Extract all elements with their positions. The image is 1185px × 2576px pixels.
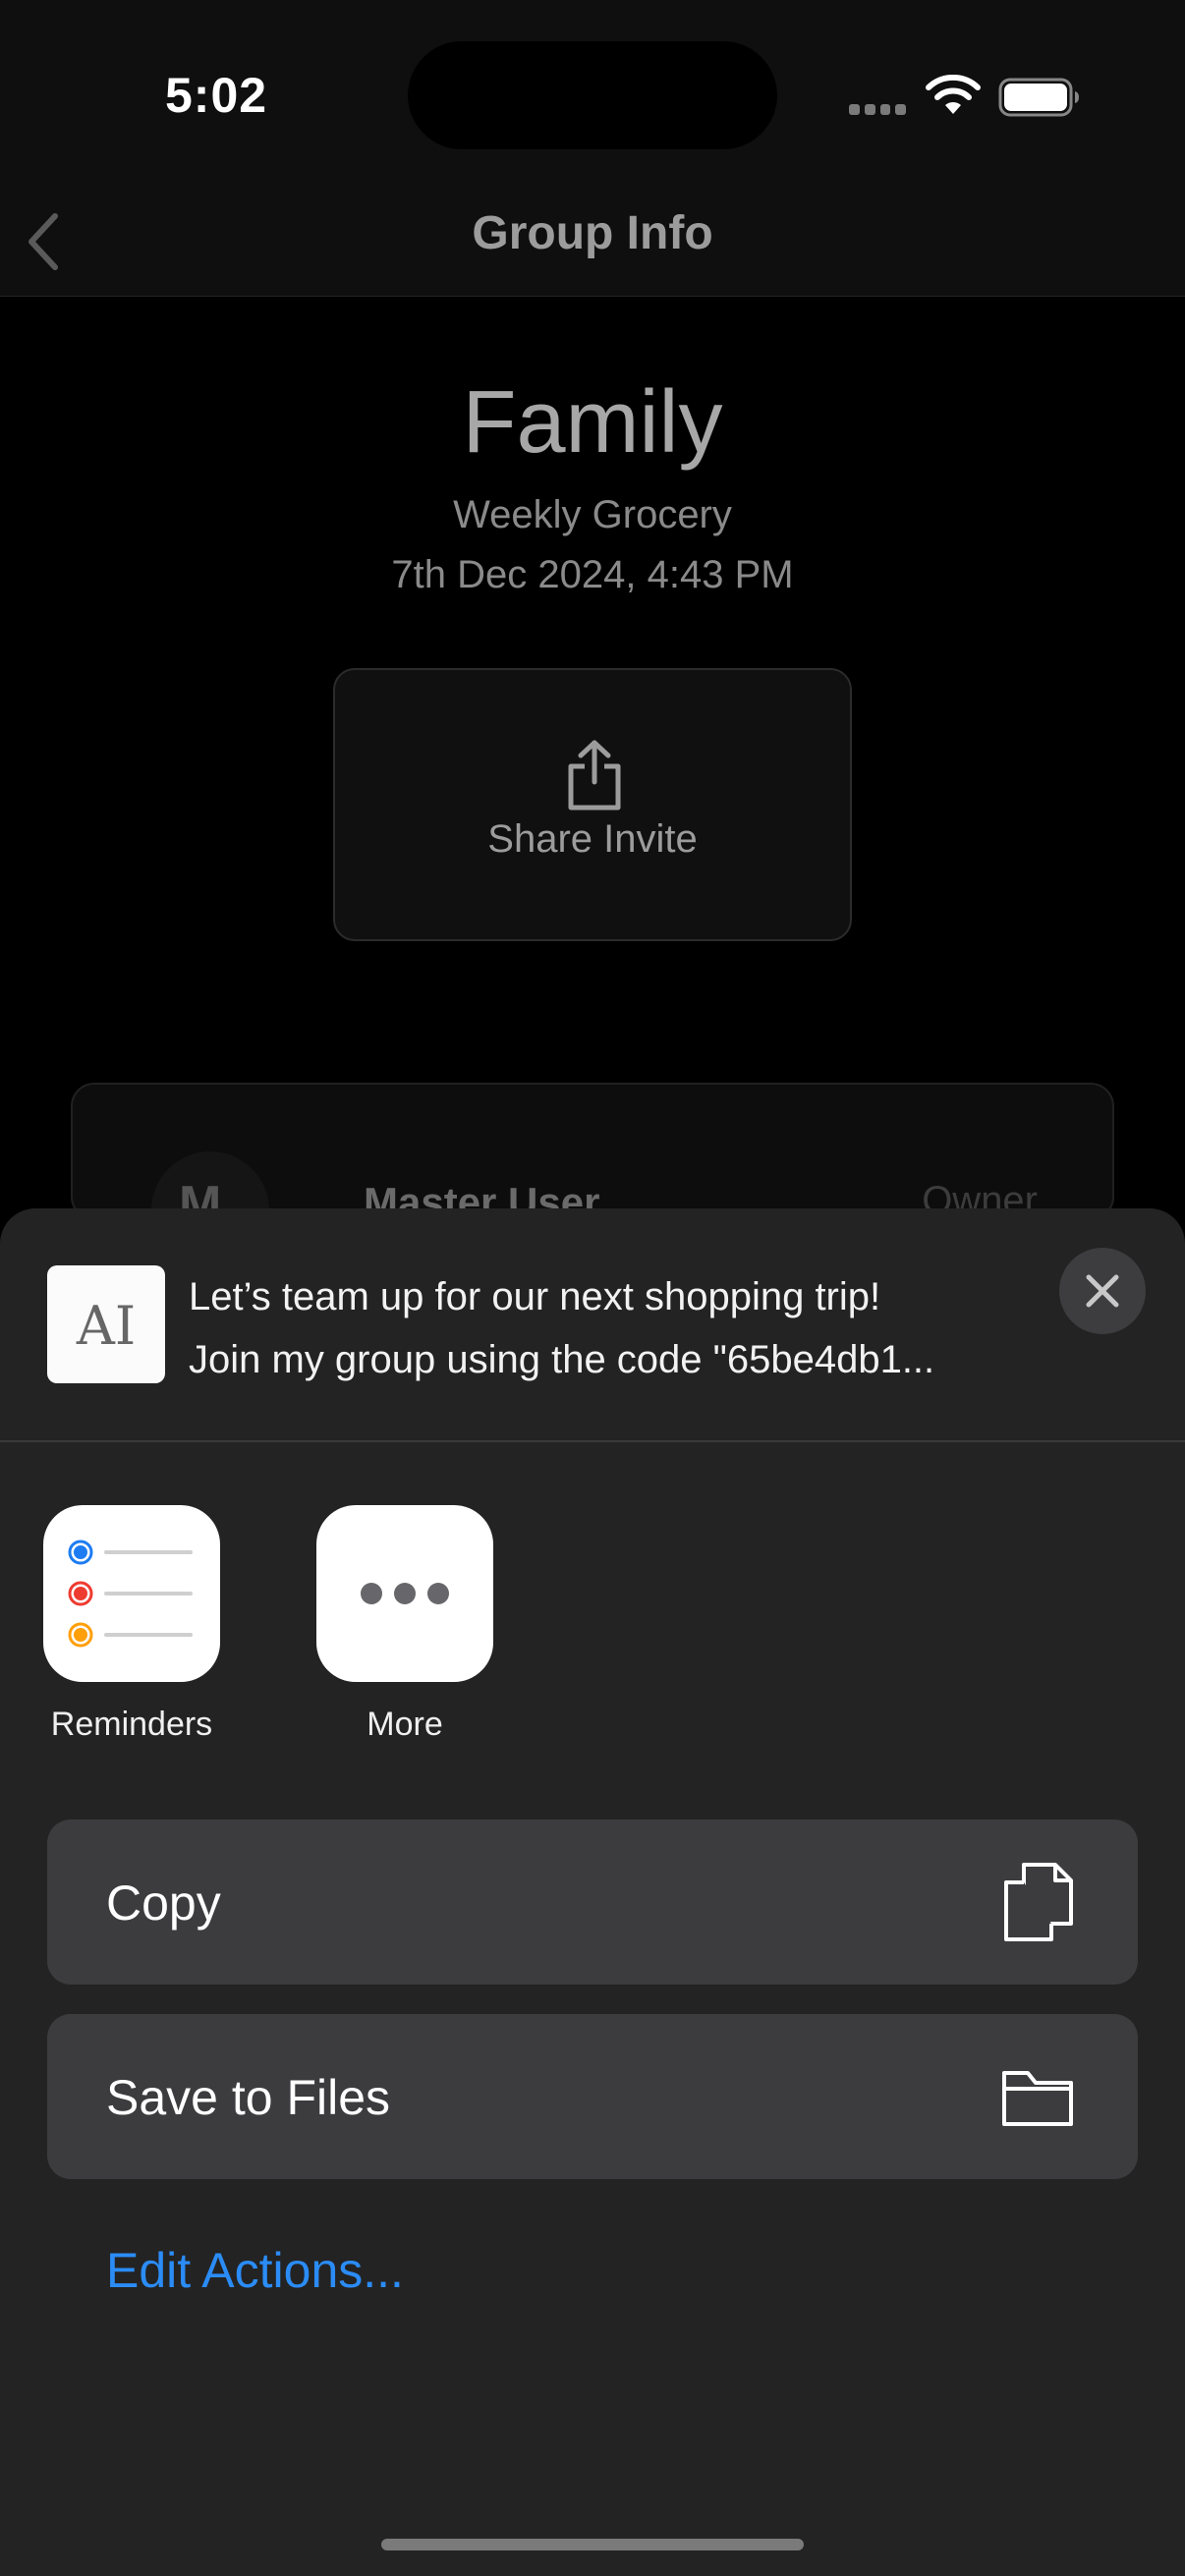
- group-header: Family Weekly Grocery 7th Dec 2024, 4:43…: [0, 364, 1185, 605]
- preview-text-line-1: Let’s team up for our next shopping trip…: [189, 1275, 881, 1318]
- more-apps-button[interactable]: [316, 1505, 493, 1682]
- battery-icon: [998, 78, 1079, 117]
- cellular-signal-icon: [849, 104, 906, 116]
- edit-actions-link[interactable]: Edit Actions...: [106, 2242, 404, 2299]
- more-dots-icon: [361, 1583, 449, 1604]
- copy-action-button[interactable]: Copy: [47, 1820, 1138, 1985]
- close-button[interactable]: [1059, 1248, 1146, 1334]
- save-to-files-button[interactable]: Save to Files: [47, 2014, 1138, 2179]
- share-preview: AI Let’s team up for our next shopping t…: [0, 1208, 1185, 1442]
- group-name: Family: [462, 373, 723, 472]
- more-apps-label: More: [367, 1706, 443, 1743]
- dynamic-island: [408, 41, 777, 149]
- save-to-files-label: Save to Files: [106, 2070, 391, 2125]
- home-indicator[interactable]: [381, 2539, 804, 2550]
- copy-action-label: Copy: [106, 1876, 221, 1931]
- reminders-app-button[interactable]: [43, 1505, 220, 1682]
- navigation-bar: Group Info: [0, 187, 1185, 297]
- copy-documents-icon: [1004, 1863, 1073, 1941]
- text-document-thumbnail: AI: [47, 1265, 165, 1383]
- reminders-app-icon: [68, 1540, 193, 1648]
- share-sheet: AI Let’s team up for our next shopping t…: [0, 1208, 1185, 2576]
- close-x-icon: [1086, 1274, 1119, 1308]
- share-invite-button[interactable]: Share Invite: [333, 668, 852, 941]
- wifi-icon: [926, 75, 981, 114]
- folder-icon: [1002, 2071, 1073, 2126]
- reminders-app-label: Reminders: [50, 1706, 213, 1743]
- nav-title: Group Info: [472, 207, 713, 259]
- share-upload-icon: [568, 740, 621, 811]
- status-bar: 5:02: [0, 0, 1185, 187]
- status-time: 5:02: [165, 68, 268, 123]
- group-date: 7th Dec 2024, 4:43 PM: [391, 553, 794, 596]
- preview-text-line-2: Join my group using the code "65be4db1..…: [189, 1338, 935, 1381]
- group-subtitle: Weekly Grocery: [453, 493, 732, 536]
- member-row[interactable]: M Master User Owner: [71, 1083, 1114, 1220]
- share-invite-label: Share Invite: [487, 817, 698, 861]
- text-document-icon: AI: [76, 1295, 137, 1357]
